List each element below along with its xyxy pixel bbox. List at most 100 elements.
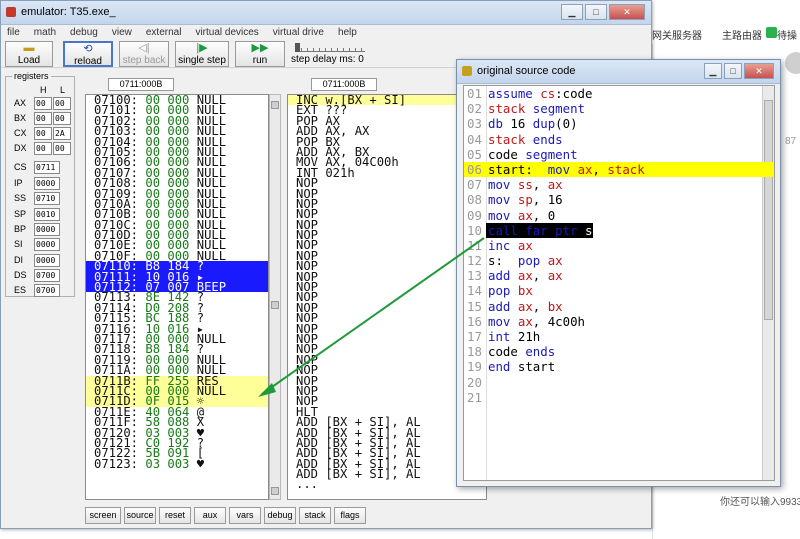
- source-line-text: add ax, ax: [488, 268, 563, 284]
- source-editor[interactable]: 01 assume cs:code 02 stack segment 03 db 16 d…: [463, 85, 775, 481]
- source-line[interactable]: 09 mov ax, 0: [464, 208, 774, 223]
- register-di: DI 0000: [8, 253, 61, 267]
- source-line[interactable]: 20: [464, 375, 774, 390]
- maximize-button[interactable]: □: [585, 4, 607, 20]
- run-icon: ▶▶: [251, 42, 269, 54]
- register-bx: BX 00 00: [8, 111, 72, 125]
- source-line-text: s: pop ax: [488, 253, 563, 269]
- source-line[interactable]: 03 db 16 dup(0): [464, 116, 774, 131]
- screen-button[interactable]: screen: [85, 507, 121, 524]
- source-line-text: mov ss, ax: [488, 177, 563, 193]
- source-button[interactable]: source: [124, 507, 156, 524]
- source-line[interactable]: 02 stack segment: [464, 101, 774, 116]
- bg-tab-gateway[interactable]: 网关服务器: [652, 27, 702, 42]
- source-line[interactable]: 12 s: pop ax: [464, 253, 774, 268]
- minimize-button[interactable]: ▁: [561, 4, 583, 20]
- source-line-text: inc ax: [488, 237, 533, 253]
- register-sp: SP 0010: [8, 207, 61, 221]
- emulator-titlebar[interactable]: emulator: T35.exe_ ▁ □ ✕: [1, 1, 651, 25]
- source-line[interactable]: 15 add ax, bx: [464, 299, 774, 314]
- memory-row[interactable]: 07123: 03 003 ♥: [86, 458, 268, 470]
- register-bp: BP 0000: [8, 222, 61, 236]
- step-delay-control: step delay ms: 0: [291, 42, 391, 65]
- source-line[interactable]: 10 call far ptr s: [464, 222, 774, 238]
- source-line[interactable]: 05 code segment: [464, 147, 774, 162]
- single-step-button[interactable]: |▶ single step: [175, 41, 229, 67]
- close-button[interactable]: ✕: [609, 4, 645, 20]
- registers-panel: registers H L AX 00 00 BX 00 00 CX 00 2A…: [5, 71, 75, 297]
- register-dx: DX 00 00: [8, 141, 72, 155]
- source-line-text: end start: [488, 359, 556, 375]
- menu-external[interactable]: external: [146, 25, 182, 40]
- register-ax: AX 00 00: [8, 96, 72, 110]
- source-maximize-button[interactable]: □: [724, 63, 742, 79]
- source-line[interactable]: 11 inc ax: [464, 238, 774, 253]
- source-app-icon: [462, 66, 472, 76]
- wechat-icon: [766, 27, 777, 38]
- register-cs: CS 0711: [8, 160, 61, 174]
- source-line-text: mov ax, 0: [488, 207, 556, 223]
- folder-icon: ▬: [23, 42, 35, 54]
- menu-help[interactable]: help: [338, 25, 357, 40]
- bg-tab-pending[interactable]: 待操: [777, 27, 797, 42]
- run-button[interactable]: ▶▶ run: [235, 41, 285, 67]
- source-line[interactable]: 17 int 21h: [464, 329, 774, 344]
- avatar[interactable]: [785, 52, 800, 74]
- disassembly-address-input[interactable]: 0711:000B: [311, 78, 377, 91]
- emulator-title: emulator: T35.exe_: [21, 6, 116, 18]
- source-line-text: code ends: [488, 344, 556, 360]
- source-line[interactable]: 18 code ends: [464, 344, 774, 359]
- source-line-text: mov ax, 4c00h: [488, 313, 586, 329]
- source-minimize-button[interactable]: ▁: [704, 63, 722, 79]
- aux-button[interactable]: aux: [194, 507, 226, 524]
- register-cx: CX 00 2A: [8, 126, 72, 140]
- source-line[interactable]: 08 mov sp, 16: [464, 192, 774, 207]
- emulator-app-icon: [6, 7, 16, 17]
- step-delay-slider[interactable]: [295, 42, 365, 52]
- memory-list[interactable]: 07100: 00 000 NULL 07101: 00 000 NULL 0710…: [85, 94, 269, 500]
- source-line-text: stack segment: [488, 101, 585, 117]
- menu-math[interactable]: math: [34, 25, 56, 40]
- vars-button[interactable]: vars: [229, 507, 261, 524]
- source-line-text: assume cs:code: [488, 86, 593, 101]
- step-delay-knob[interactable]: [295, 43, 300, 52]
- source-line-text: pop bx: [488, 283, 533, 299]
- source-line-text: mov sp, 16: [488, 192, 563, 208]
- source-line-text: stack ends: [488, 131, 563, 147]
- source-line[interactable]: 21: [464, 390, 774, 405]
- source-line[interactable]: 04 stack ends: [464, 132, 774, 147]
- menu-virtual-drive[interactable]: virtual drive: [273, 25, 324, 40]
- menu-file[interactable]: file: [7, 25, 20, 40]
- source-line-text: [486, 375, 488, 390]
- registers-title: registers: [12, 71, 51, 81]
- step-back-button[interactable]: ◁| step back: [119, 41, 169, 67]
- source-line-text: add ax, bx: [488, 298, 563, 314]
- stack-button[interactable]: stack: [299, 507, 331, 524]
- source-line[interactable]: 07 mov ss, ax: [464, 177, 774, 192]
- memory-address-input[interactable]: 0711:000B: [108, 78, 174, 91]
- source-titlebar[interactable]: original source code ▁ □ ✕: [457, 60, 780, 84]
- source-line[interactable]: 06 start: mov ax, stack: [464, 161, 774, 178]
- reload-button[interactable]: ⟲ reload: [63, 41, 113, 67]
- registers-l-label: L: [60, 85, 66, 95]
- source-line[interactable]: 13 add ax, ax: [464, 268, 774, 283]
- source-line-text: call far ptr s: [486, 222, 593, 238]
- flags-button[interactable]: flags: [334, 507, 366, 524]
- load-button[interactable]: ▬ Load: [5, 41, 53, 67]
- debug-button[interactable]: debug: [264, 507, 296, 524]
- source-line-text: int 21h: [488, 329, 541, 344]
- single-step-icon: |▶: [196, 42, 208, 54]
- register-ip: IP 0000: [8, 176, 61, 190]
- reset-button[interactable]: reset: [159, 507, 191, 524]
- source-line[interactable]: 19 end start: [464, 359, 774, 374]
- source-line[interactable]: 01 assume cs:code: [464, 86, 774, 101]
- menu-view[interactable]: view: [112, 25, 132, 40]
- source-line[interactable]: 14 pop bx: [464, 283, 774, 298]
- menu-debug[interactable]: debug: [70, 25, 98, 40]
- memory-scrollbar[interactable]: [269, 94, 281, 500]
- menu-virtual-devices[interactable]: virtual devices: [195, 25, 258, 40]
- source-close-button[interactable]: ✕: [744, 63, 774, 79]
- bg-tab-router[interactable]: 主路由器: [722, 27, 762, 42]
- register-ds: DS 0700: [8, 268, 61, 282]
- source-line[interactable]: 16 mov ax, 4c00h: [464, 314, 774, 329]
